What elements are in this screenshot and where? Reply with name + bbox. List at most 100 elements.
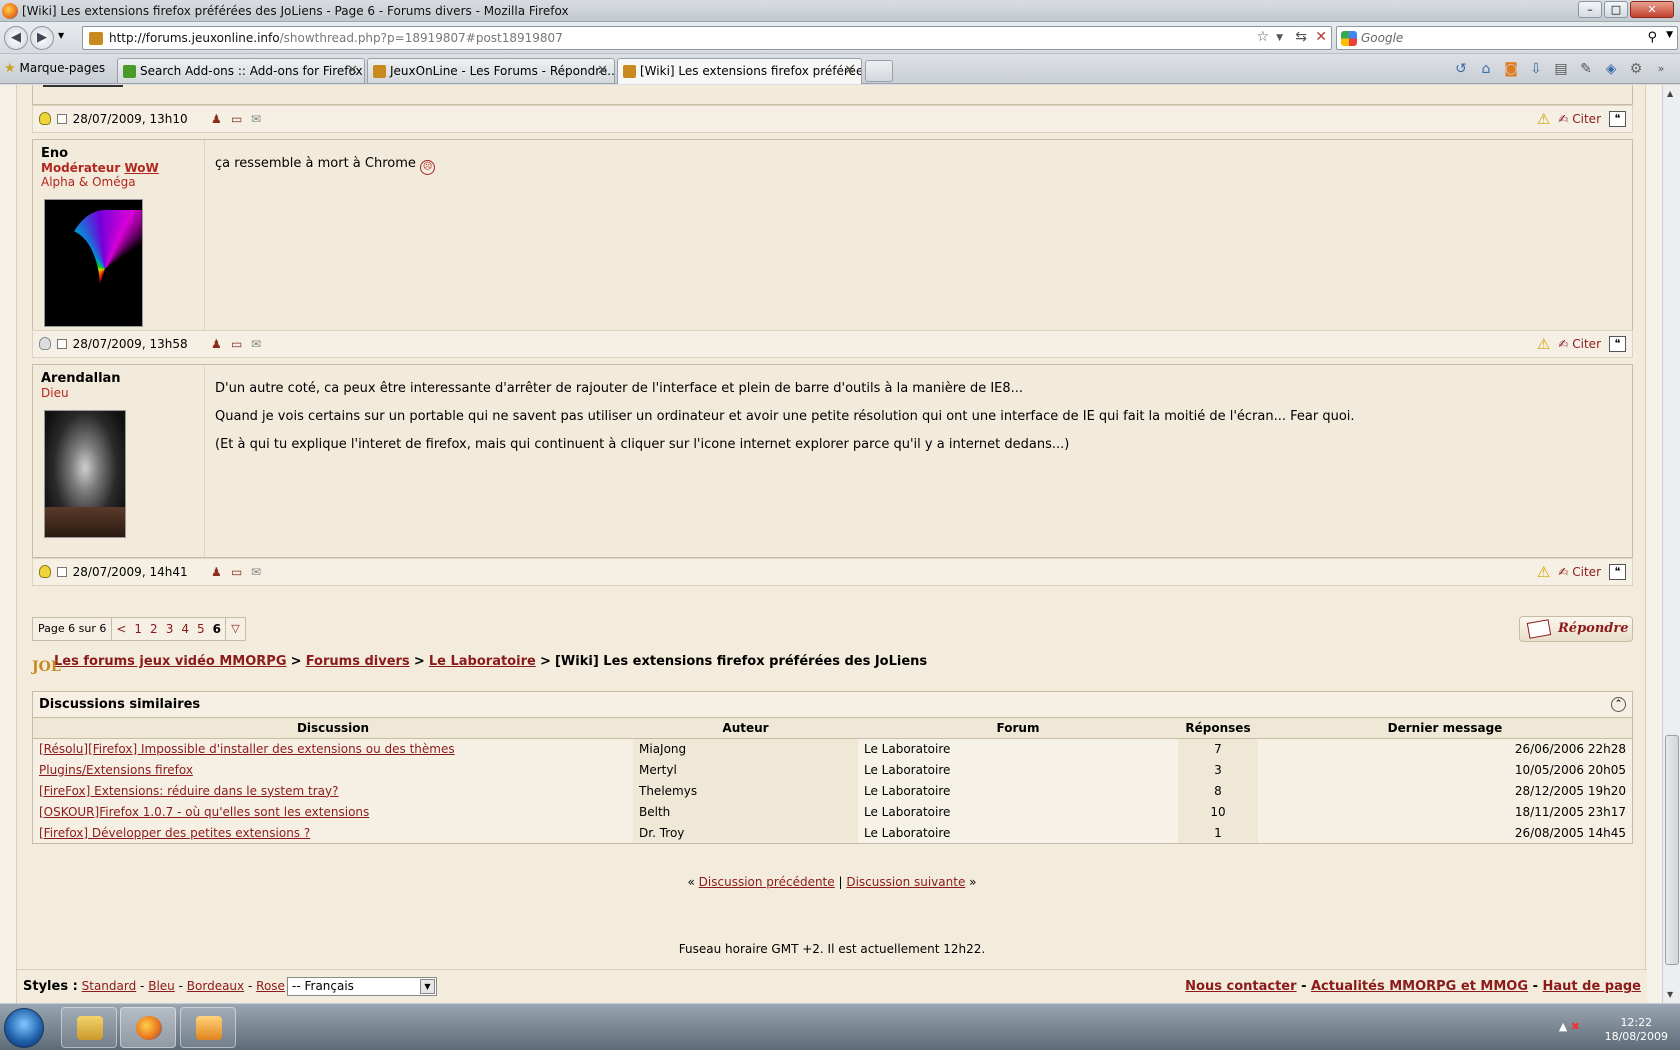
maximize-button[interactable]: □	[1604, 1, 1628, 18]
news-link[interactable]: Actualités MMORPG et MMOG	[1311, 979, 1528, 994]
close-tab-icon[interactable]: ✕	[347, 63, 358, 78]
user-profile-icon[interactable]: ♟	[211, 112, 226, 126]
tab-jol-reply[interactable]: JeuxOnLine - Les Forums - Répondre... ✕	[367, 58, 615, 83]
discussion-link[interactable]: [OSKOUR]Firefox 1.0.7 - où qu'elles sont…	[39, 805, 369, 819]
system-clock[interactable]: 12:22 18/08/2009	[1605, 1016, 1668, 1044]
discussion-link[interactable]: [FireFox] Extensions: réduire dans le sy…	[39, 784, 338, 798]
next-discussion-link[interactable]: Discussion suivante	[846, 875, 965, 889]
breadcrumb-link[interactable]: Les forums jeux vidéo MMORPG	[54, 654, 287, 669]
dropdown-arrow-icon[interactable]: ▼	[420, 979, 435, 994]
search-dropdown-icon[interactable]: ▼	[1666, 30, 1673, 40]
language-select[interactable]: -- Français ▼	[287, 977, 437, 996]
reload-icon[interactable]: ⇆	[1295, 29, 1307, 45]
search-input[interactable]: Google	[1361, 31, 1403, 45]
search-bar[interactable]: Google ⚲ ▼	[1336, 26, 1678, 50]
start-button[interactable]	[4, 1008, 44, 1048]
breadcrumb-separator: >	[539, 654, 551, 669]
user-card-icon[interactable]: ▭	[231, 565, 246, 579]
new-tab-button[interactable]	[865, 60, 893, 82]
multiquote-icon[interactable]: ❝	[1609, 564, 1626, 580]
user-card-icon[interactable]: ▭	[231, 337, 246, 351]
taskbar-explorer[interactable]	[61, 1007, 117, 1048]
multiquote-icon[interactable]: ❝	[1609, 336, 1626, 352]
forward-button[interactable]: ▶	[30, 26, 54, 50]
rank-link[interactable]: WoW	[124, 161, 158, 175]
quote-button[interactable]: ✍ Citer	[1558, 337, 1601, 351]
network-alert-icon[interactable]: ✖	[1571, 1020, 1580, 1033]
close-window-button[interactable]: ✕	[1630, 1, 1674, 18]
prev-page-link[interactable]: <	[112, 622, 130, 636]
mail-icon[interactable]: ✉	[251, 112, 266, 126]
report-warning-icon[interactable]: ⚠	[1537, 337, 1550, 352]
breadcrumb-link[interactable]: Forums divers	[306, 654, 410, 669]
style-link-bordeaux[interactable]: Bordeaux	[187, 979, 244, 993]
discussion-link[interactable]: [Firefox] Développer des petites extensi…	[39, 826, 310, 840]
user-profile-icon[interactable]: ♟	[211, 337, 226, 351]
breadcrumb-link[interactable]: Le Laboratoire	[429, 654, 536, 669]
url-bar[interactable]: http://forums.jeuxonline.info/showthread…	[82, 26, 1332, 50]
taskbar-firefox[interactable]	[120, 1007, 176, 1048]
top-of-page-link[interactable]: Haut de page	[1543, 979, 1642, 994]
scroll-down-icon[interactable]: ▼	[1667, 990, 1673, 999]
gear-icon[interactable]: ⚙	[1627, 60, 1645, 78]
scroll-up-icon[interactable]: ▲	[1667, 89, 1673, 98]
back-button[interactable]: ◀	[4, 26, 28, 50]
discussion-link[interactable]: Plugins/Extensions firefox	[39, 763, 193, 777]
quote-button[interactable]: ✍ Citer	[1558, 112, 1601, 126]
rss-icon[interactable]: ◙	[1502, 60, 1520, 78]
style-link-rose[interactable]: Rose	[256, 979, 285, 993]
page-menu-icon[interactable]: ▽	[224, 618, 245, 640]
mail-icon[interactable]: ✉	[251, 337, 266, 351]
print-icon[interactable]: ▤	[1552, 60, 1570, 78]
username[interactable]: Eno	[41, 146, 196, 161]
url-text[interactable]: http://forums.jeuxonline.info/showthread…	[109, 31, 563, 45]
page-link-2[interactable]: 2	[146, 622, 162, 636]
page-link-3[interactable]: 3	[162, 622, 178, 636]
quote-button[interactable]: ✍ Citer	[1558, 565, 1601, 579]
scroll-thumb[interactable]	[1665, 735, 1679, 965]
previous-discussion-link[interactable]: Discussion précédente	[699, 875, 835, 889]
breadcrumb: JOL Les forums jeux vidéo MMORPG > Forum…	[32, 648, 1633, 676]
edit-icon[interactable]: ✎	[1577, 60, 1595, 78]
download-icon[interactable]: ⇩	[1527, 60, 1545, 78]
minimize-button[interactable]: –	[1578, 1, 1602, 18]
tray-icons[interactable]: ▲ ✖	[1559, 1020, 1580, 1033]
page-link-5[interactable]: 5	[193, 622, 209, 636]
jol-logo[interactable]: JOL	[32, 653, 61, 681]
close-tab-icon[interactable]: ✕	[597, 63, 608, 78]
mail-icon[interactable]: ✉	[251, 565, 266, 579]
page-link-1[interactable]: 1	[130, 622, 146, 636]
shield-icon[interactable]: ◈	[1602, 60, 1620, 78]
table-row: Plugins/Extensions firefox Mertyl Le Lab…	[33, 759, 1632, 780]
contact-link[interactable]: Nous contacter	[1185, 979, 1296, 994]
pagination: Page 6 sur 6 < 1 2 3 4 5 6 ▽	[32, 617, 246, 641]
report-warning-icon[interactable]: ⚠	[1537, 565, 1550, 580]
history-dropdown-icon[interactable]: ▼	[58, 31, 64, 40]
close-tab-icon[interactable]: ✕	[844, 63, 855, 78]
multiquote-icon[interactable]: ❝	[1609, 111, 1626, 127]
overflow-chevron-icon[interactable]: »	[1652, 60, 1670, 78]
taskbar-media-player[interactable]	[180, 1007, 236, 1048]
home-icon[interactable]: ⌂	[1477, 60, 1495, 78]
reply-button[interactable]: Répondre	[1519, 616, 1633, 642]
page-link-4[interactable]: 4	[177, 622, 193, 636]
similar-table: Discussion Auteur Forum Réponses Dernier…	[33, 718, 1632, 843]
style-link-standard[interactable]: Standard	[82, 979, 137, 993]
search-icon[interactable]: ⚲	[1647, 30, 1657, 45]
report-warning-icon[interactable]: ⚠	[1537, 112, 1550, 127]
url-dropdown-icon[interactable]: ▼	[1276, 33, 1283, 43]
vertical-scrollbar[interactable]: ▲ ▼	[1662, 85, 1680, 1003]
tab-addons[interactable]: Search Add-ons :: Add-ons for Firefox ✕	[117, 58, 365, 83]
bookmark-star-icon[interactable]: ☆	[1256, 29, 1269, 45]
google-icon[interactable]	[1341, 31, 1357, 46]
user-profile-icon[interactable]: ♟	[211, 565, 226, 579]
user-card-icon[interactable]: ▭	[231, 112, 246, 126]
bookmarks-menu[interactable]: ★ Marque-pages	[4, 61, 105, 76]
discussion-link[interactable]: [Résolu][Firefox] Impossible d'installer…	[39, 742, 455, 756]
undo-icon[interactable]: ↺	[1452, 60, 1470, 78]
username[interactable]: Arendallan	[41, 371, 196, 386]
tab-wiki-active[interactable]: [Wiki] Les extensions firefox préférée..…	[617, 58, 862, 84]
stop-icon[interactable]: ✕	[1315, 29, 1327, 45]
style-link-bleu[interactable]: Bleu	[148, 979, 175, 993]
collapse-icon[interactable]: ⌃	[1611, 697, 1626, 712]
